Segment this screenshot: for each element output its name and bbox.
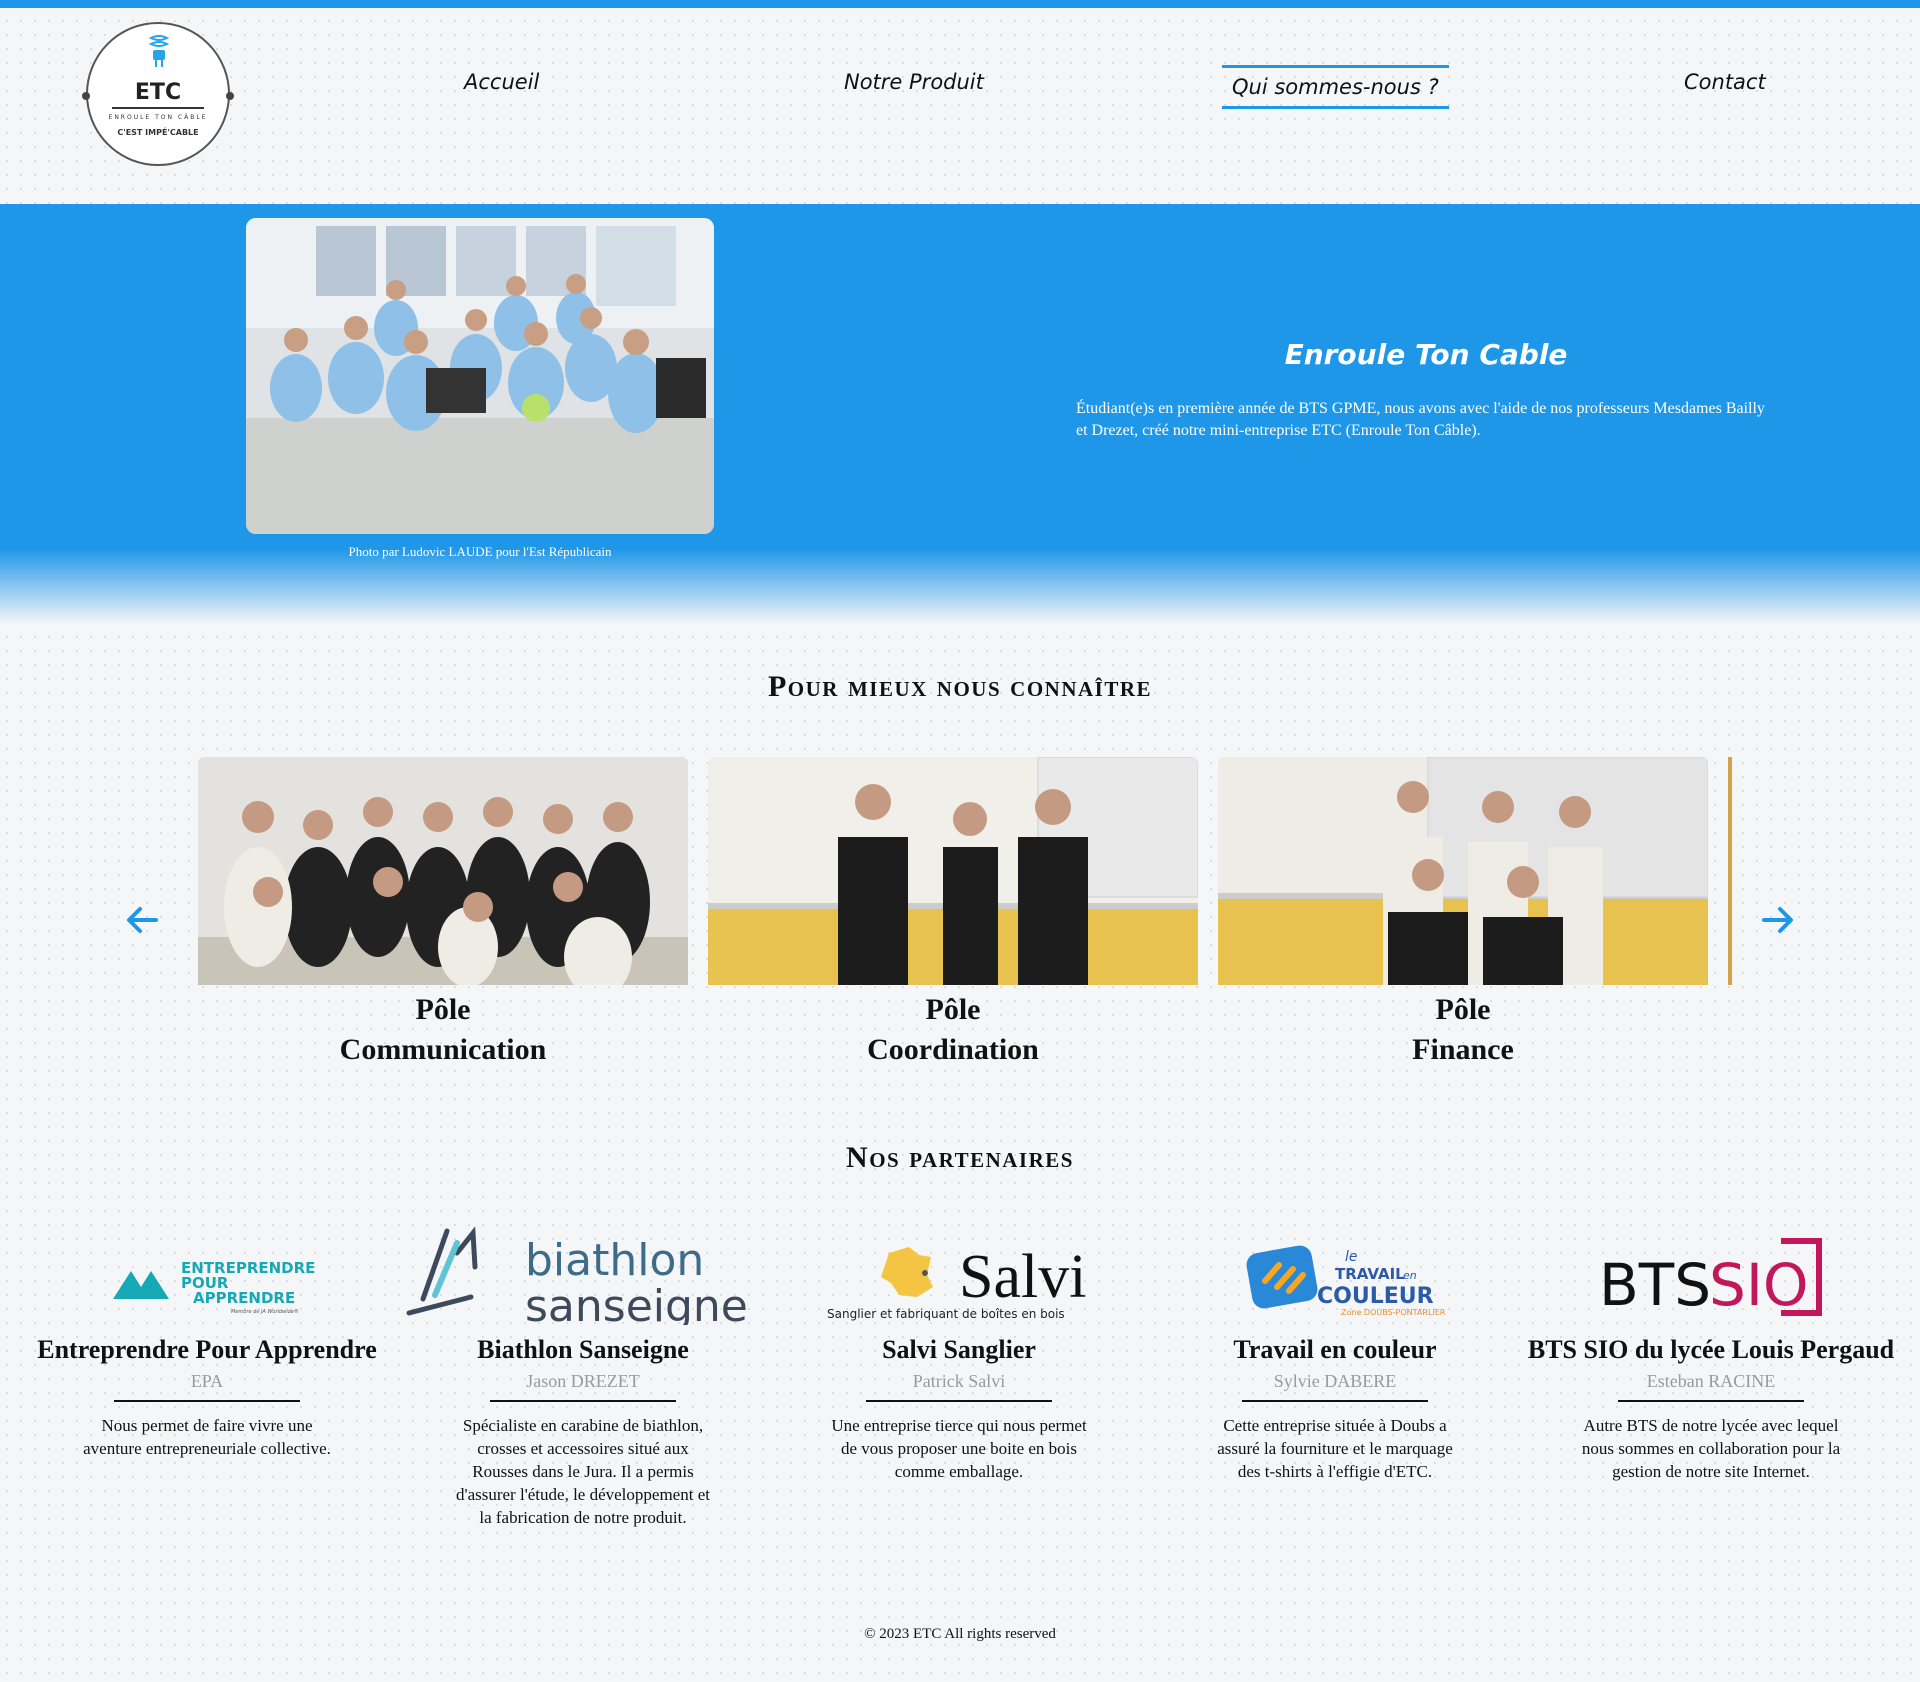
nav-accueil[interactable]: Accueil — [464, 70, 539, 94]
photo-caption: Photo par Ludovic LAUDE pour l'Est Répub… — [348, 544, 612, 559]
nav-notre-produit[interactable]: Notre Produit — [844, 70, 984, 94]
salvi-logo[interactable]: Salvi Sanglier et fabriquant de boîtes e… — [771, 1225, 1147, 1325]
slide-label-line2: Communication — [339, 1033, 547, 1066]
partner-contact: EPA — [190, 1371, 224, 1391]
slide-photo-communication — [198, 757, 688, 985]
tec-logo-travail: TRAVAIL — [1335, 1265, 1405, 1283]
travail-en-couleur-logo[interactable]: le TRAVAIL en COULEUR Zone DOUBS-PONTARL… — [1147, 1225, 1523, 1325]
partner-separator — [866, 1400, 1052, 1402]
partner-separator — [490, 1400, 676, 1402]
carousel-next-arrow-icon[interactable] — [1758, 900, 1798, 940]
salvi-logo-tagline: Sanglier et fabriquant de boîtes en bois — [827, 1307, 1065, 1321]
partner-contact: Jason DREZET — [526, 1371, 640, 1391]
slide-label-coordination[interactable]: Pôle Coordination — [708, 990, 1198, 1070]
team-section-title: Pour mieux nous connaître — [767, 670, 1152, 703]
partner-card-travail-en-couleur: le TRAVAIL en COULEUR Zone DOUBS-PONTARL… — [1147, 1225, 1523, 1483]
bts-sio-logo[interactable]: BTS SIO — [1523, 1225, 1899, 1325]
epa-logo[interactable]: ENTREPRENDRE POUR APPRENDRE Membre de JA… — [19, 1225, 395, 1325]
next-slide-peek — [1728, 757, 1732, 985]
partner-name: BTS SIO du lycée Louis Pergaud — [1527, 1335, 1895, 1364]
slide-label-line1: Pôle — [415, 993, 471, 1026]
carousel-prev-arrow-icon[interactable] — [122, 900, 162, 940]
epa-logo-member: Membre de JA Worldwide® — [231, 1308, 299, 1315]
partner-name: Biathlon Sanseigne — [477, 1335, 689, 1364]
plug-icon — [148, 35, 170, 67]
site-footer: © 2023 ETC All rights reserved — [0, 1626, 1920, 1643]
biathlon-logo-word1: biathlon — [525, 1235, 704, 1286]
partner-description: Autre BTS de notre lycée avec lequel nou… — [1581, 1416, 1841, 1481]
team-group-photo — [246, 218, 714, 534]
logo-name: ETC — [134, 80, 182, 105]
hero-title: Enroule Ton Cable — [1284, 338, 1568, 371]
partner-separator — [1618, 1400, 1804, 1402]
biathlon-logo-word2: sanseigne — [525, 1281, 748, 1325]
partner-separator — [114, 1400, 300, 1402]
partner-card-epa: ENTREPRENDRE POUR APPRENDRE Membre de JA… — [19, 1225, 395, 1460]
partner-description: Spécialiste en carabine de biathlon, cro… — [456, 1416, 710, 1527]
slide-photo-coordination — [708, 757, 1198, 985]
hero-description: Étudiant(e)s en première année de BTS GP… — [1076, 400, 1765, 439]
salvi-logo-word: Salvi — [959, 1243, 1086, 1311]
partner-contact: Esteban RACINE — [1646, 1371, 1776, 1391]
tec-logo-couleur: COULEUR — [1317, 1284, 1434, 1309]
partners-section-title: Nos partenaires — [846, 1141, 1074, 1174]
partner-description: Une entreprise tierce qui nous permet de… — [831, 1416, 1087, 1481]
partner-card-biathlon: biathlon sanseigne Biathlon Sanseigne Ja… — [395, 1225, 771, 1529]
slide-label-line1: Pôle — [925, 993, 981, 1026]
slide-label-communication[interactable]: Pôle Communication — [198, 990, 688, 1070]
bts-sio-logo-bts: BTS — [1599, 1251, 1711, 1319]
slide-label-line2: Coordination — [867, 1033, 1039, 1066]
partner-contact: Sylvie DABERE — [1273, 1371, 1397, 1391]
partner-contact: Patrick Salvi — [912, 1371, 1006, 1391]
partner-name: Travail en couleur — [1233, 1335, 1437, 1364]
site-header: ETC ENROULE TON CÂBLE C'EST IMPÉ'CABLE A… — [0, 8, 1920, 204]
slide-label-line1: Pôle — [1435, 993, 1491, 1026]
slide-photo-finance — [1218, 757, 1708, 985]
bts-sio-logo-sio: SIO — [1709, 1251, 1809, 1319]
partner-description: Cette entreprise située à Doubs a assuré… — [1217, 1416, 1453, 1481]
logo-tagline: ENROULE TON CÂBLE — [108, 114, 208, 121]
partner-name: Entreprendre Pour Apprendre — [37, 1335, 377, 1364]
tec-logo-zone: Zone DOUBS-PONTARLIER — [1341, 1308, 1446, 1317]
partner-description: Nous permet de faire vivre une aventure … — [83, 1416, 331, 1458]
nav-qui-sommes-nous[interactable]: Qui sommes-nous ? — [1222, 65, 1449, 109]
logo-slogan: C'EST IMPÉ'CABLE — [117, 128, 199, 137]
partner-card-bts-sio: BTS SIO BTS SIO du lycée Louis Pergaud E… — [1523, 1225, 1899, 1483]
copyright-text: © 2023 ETC All rights reserved — [864, 1626, 1056, 1642]
slide-label-line2: Finance — [1412, 1033, 1514, 1066]
logo-rule — [112, 107, 204, 109]
partner-name: Salvi Sanglier — [882, 1335, 1036, 1364]
epa-logo-word3: APPRENDRE — [193, 1289, 295, 1307]
hero-section: Photo par Ludovic LAUDE pour l'Est Répub… — [0, 204, 1920, 624]
etc-logo[interactable]: ETC ENROULE TON CÂBLE C'EST IMPÉ'CABLE — [82, 14, 234, 166]
top-accent-bar — [0, 0, 1920, 8]
nav-contact[interactable]: Contact — [1684, 70, 1766, 94]
tec-logo-en: en — [1403, 1269, 1417, 1282]
slide-label-finance[interactable]: Pôle Finance — [1218, 990, 1708, 1070]
biathlon-sanseigne-logo[interactable]: biathlon sanseigne — [395, 1225, 771, 1332]
tec-logo-le: le — [1345, 1249, 1358, 1265]
partner-separator — [1242, 1400, 1428, 1402]
partner-card-salvi: Salvi Sanglier et fabriquant de boîtes e… — [771, 1225, 1147, 1483]
